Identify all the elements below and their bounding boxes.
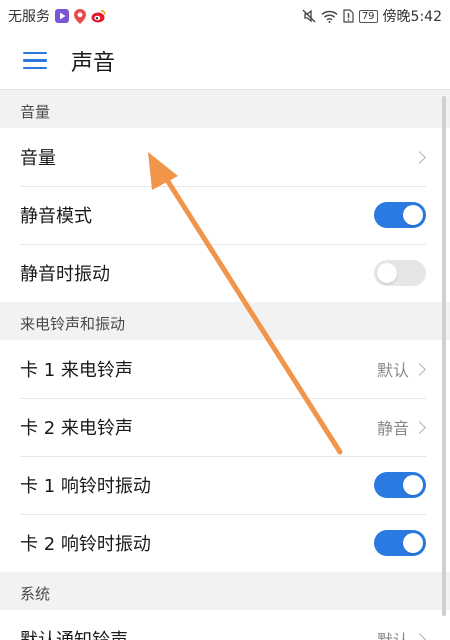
silent-mode-row[interactable]: 静音模式 — [0, 186, 450, 244]
vibrate-when-silent-toggle[interactable] — [374, 260, 426, 286]
sim1-vibrate-row[interactable]: 卡 1 响铃时振动 — [0, 456, 450, 514]
vibrate-when-silent-row[interactable]: 静音时振动 — [0, 244, 450, 302]
play-app-icon — [55, 9, 69, 23]
map-pin-app-icon — [74, 8, 86, 24]
battery-icon: 79 — [358, 9, 378, 23]
chevron-right-icon — [413, 420, 426, 434]
menu-icon[interactable] — [23, 51, 47, 70]
page-title: 声音 — [71, 50, 116, 76]
status-left: 无服务 — [8, 6, 106, 26]
status-right: 79 傍晚5:42 — [302, 6, 442, 26]
row-label: 音量 — [20, 148, 56, 169]
row-value: 静音 — [376, 419, 409, 438]
sim1-vibrate-toggle[interactable] — [374, 472, 426, 498]
section-list-system: 默认通知铃声 默认 — [0, 610, 450, 640]
section-list-volume: 音量 静音模式 静音时振动 — [0, 128, 450, 302]
section-header-system: 系统 — [0, 572, 450, 610]
section-list-ringtone: 卡 1 来电铃声 默认 卡 2 来电铃声 静音 卡 1 响铃时振动 卡 2 响铃… — [0, 340, 450, 572]
row-label: 静音时振动 — [20, 264, 110, 285]
silent-mode-toggle[interactable] — [374, 202, 426, 228]
scrollbar[interactable] — [442, 96, 446, 616]
row-label: 静音模式 — [20, 206, 92, 227]
row-label: 卡 1 来电铃声 — [20, 360, 133, 381]
sim2-vibrate-row[interactable]: 卡 2 响铃时振动 — [0, 514, 450, 572]
row-label: 卡 2 响铃时振动 — [20, 534, 151, 555]
chevron-right-icon — [413, 150, 426, 164]
row-label: 卡 1 响铃时振动 — [20, 476, 151, 497]
clock-text: 傍晚5:42 — [382, 9, 442, 25]
section-header-ringtone: 来电铃声和振动 — [0, 302, 450, 340]
volume-row[interactable]: 音量 — [0, 128, 450, 186]
row-value: 默认 — [377, 627, 409, 640]
notification-sound-row[interactable]: 默认通知铃声 默认 — [0, 610, 450, 640]
sim1-ringtone-row[interactable]: 卡 1 来电铃声 默认 — [0, 340, 450, 398]
row-value: 默认 — [376, 361, 409, 380]
chevron-right-icon — [413, 362, 426, 376]
app-bar: 声音 — [0, 32, 450, 90]
wifi-icon — [321, 10, 338, 23]
sim2-vibrate-toggle[interactable] — [374, 530, 426, 556]
mute-icon — [302, 9, 316, 23]
sim2-ringtone-row[interactable]: 卡 2 来电铃声 静音 — [0, 398, 450, 456]
row-label: 默认通知铃声 — [20, 626, 377, 640]
carrier-text: 无服务 — [8, 9, 50, 25]
sim-alert-icon — [343, 9, 354, 23]
chevron-right-icon — [413, 632, 426, 640]
weibo-app-icon — [91, 9, 106, 23]
settings-content[interactable]: 音量 音量 静音模式 静音时振动 来电铃声和振动 卡 1 来电铃声 默认 卡 2… — [0, 90, 450, 640]
row-label: 卡 2 来电铃声 — [20, 418, 133, 439]
section-header-volume: 音量 — [0, 90, 450, 128]
status-bar: 无服务 79 傍晚5:42 — [0, 0, 450, 32]
